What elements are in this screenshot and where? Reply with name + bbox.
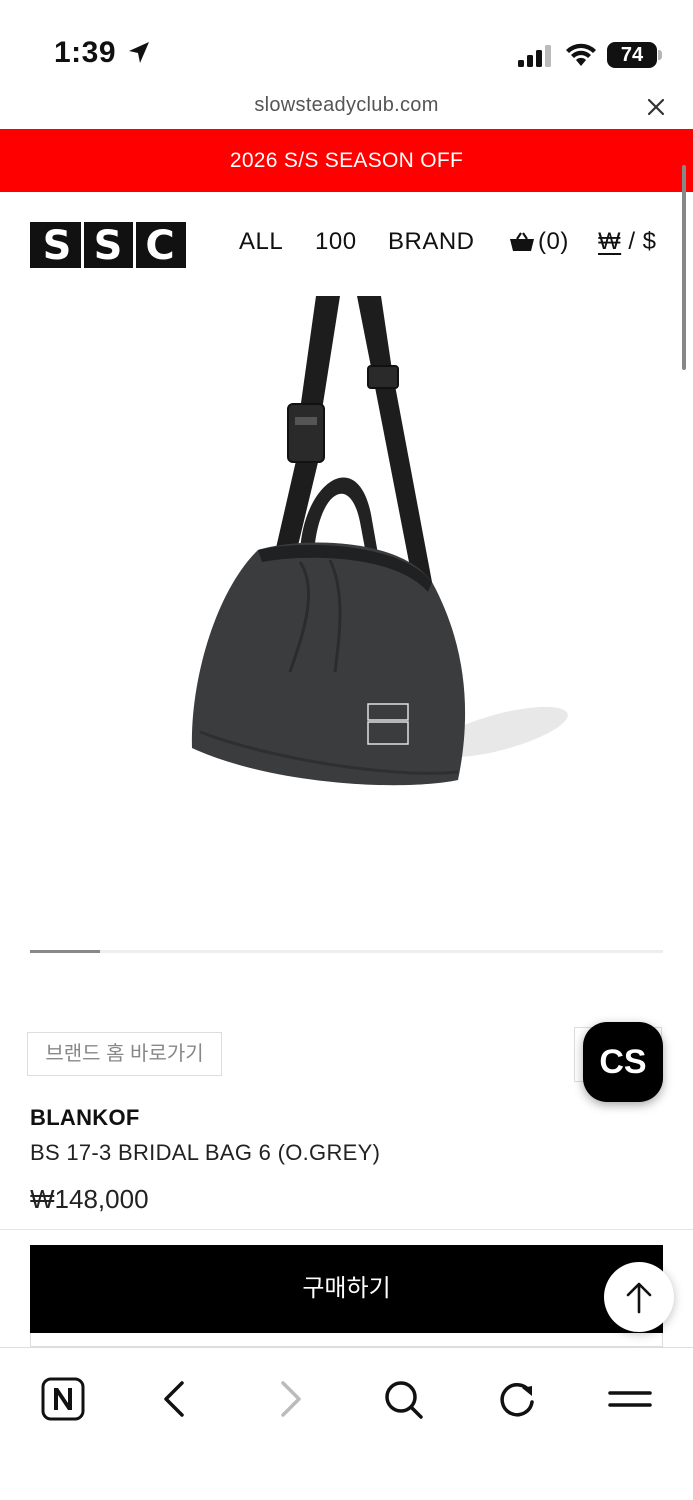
wifi-icon bbox=[566, 43, 596, 66]
url-bar[interactable]: slowsteadyclub.com bbox=[0, 90, 693, 130]
nav-brand[interactable]: BRAND bbox=[388, 228, 475, 256]
divider bbox=[0, 1229, 693, 1230]
site-header: S S C ALL 100 BRAND (0) ₩ / $ bbox=[0, 192, 693, 292]
product-name: BS 17-3 BRIDAL BAG 6 (O.GREY) bbox=[30, 1140, 381, 1165]
url-text[interactable]: slowsteadyclub.com bbox=[0, 94, 693, 117]
cellular-signal-icon bbox=[518, 45, 551, 67]
location-arrow-icon bbox=[129, 42, 149, 63]
arrow-up-icon bbox=[626, 1282, 652, 1314]
back-icon[interactable] bbox=[150, 1374, 200, 1424]
menu-icon[interactable] bbox=[605, 1374, 655, 1424]
product-image[interactable] bbox=[0, 292, 693, 932]
promo-banner[interactable]: 2026 S/S SEASON OFF bbox=[0, 129, 693, 192]
close-icon[interactable] bbox=[645, 96, 667, 118]
nav-all[interactable]: ALL bbox=[239, 228, 283, 256]
currency-separator: / bbox=[621, 228, 643, 255]
image-slider-progress bbox=[30, 950, 100, 953]
main-nav: ALL 100 BRAND (0) ₩ / $ bbox=[0, 228, 693, 262]
scroll-top-button[interactable] bbox=[604, 1262, 674, 1332]
battery-indicator: 74 bbox=[607, 42, 657, 68]
nav-100[interactable]: 100 bbox=[315, 228, 357, 256]
cart-count: (0) bbox=[538, 228, 569, 255]
currency-switch[interactable]: ₩ / $ bbox=[598, 228, 657, 256]
brand-home-link[interactable]: 브랜드 홈 바로가기 bbox=[27, 1032, 222, 1076]
image-slider-track[interactable] bbox=[30, 950, 663, 953]
product-price: ₩148,000 bbox=[30, 1184, 149, 1214]
cs-chat-button[interactable]: CS bbox=[583, 1022, 663, 1102]
battery-tip bbox=[658, 50, 662, 60]
status-bar: 1:39 74 bbox=[0, 0, 693, 90]
shopping-basket-icon bbox=[510, 232, 534, 251]
search-icon[interactable] bbox=[378, 1374, 428, 1424]
product-brand[interactable]: BLANKOF bbox=[30, 1105, 140, 1131]
cart-button[interactable]: (0) bbox=[509, 228, 569, 256]
secondary-button-edge[interactable] bbox=[30, 1333, 663, 1347]
buy-button[interactable]: 구매하기 bbox=[30, 1245, 663, 1333]
forward-icon[interactable] bbox=[265, 1374, 315, 1424]
currency-usd[interactable]: $ bbox=[643, 228, 657, 255]
currency-won[interactable]: ₩ bbox=[598, 228, 621, 255]
browser-toolbar bbox=[0, 1347, 693, 1500]
naver-icon[interactable] bbox=[38, 1374, 88, 1424]
refresh-icon[interactable] bbox=[492, 1374, 542, 1424]
status-time: 1:39 bbox=[54, 36, 117, 69]
